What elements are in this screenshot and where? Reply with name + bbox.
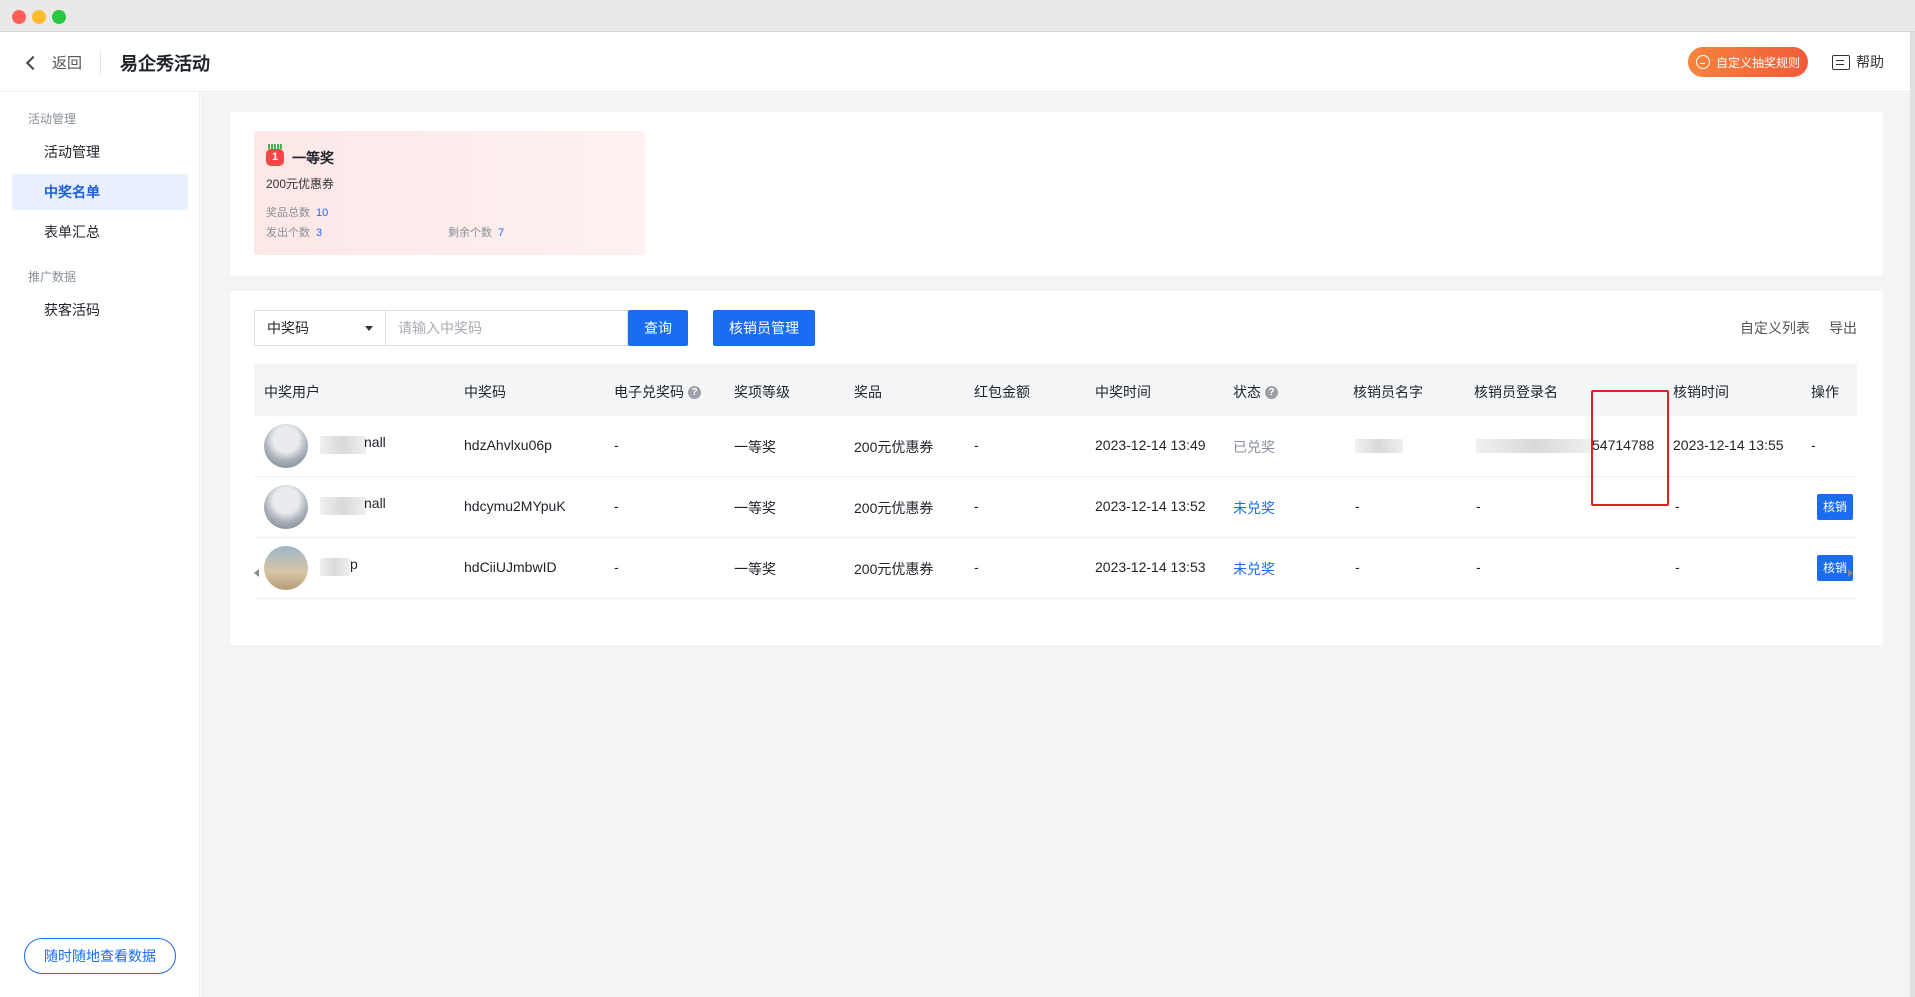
cell-amount: - [974, 498, 979, 514]
sidebar: 活动管理 活动管理 中奖名单 表单汇总 推广数据 获客活码 随时随地查看数据 [0, 92, 200, 997]
cell-prize: 200元优惠券 [854, 500, 934, 516]
avatar [264, 424, 308, 468]
cell-user: nall [364, 495, 386, 511]
cell-prize: 200元优惠券 [854, 439, 934, 455]
cell-level: 一等奖 [734, 439, 776, 455]
help-button[interactable]: 帮助 [1832, 52, 1884, 72]
col-prize: 奖品 [854, 384, 882, 400]
cell-time: 2023-12-14 13:49 [1095, 437, 1206, 453]
sidebar-item-live-code[interactable]: 获客活码 [12, 292, 188, 328]
prize-sent: 发出个数 3 [266, 227, 323, 239]
col-staff-name: 核销员名字 [1353, 384, 1423, 400]
sidebar-group-promotion: 推广数据 [28, 270, 77, 284]
cell-staff-login: - [1476, 498, 1481, 514]
query-button[interactable]: 查询 [628, 310, 688, 346]
prize-remain: 剩余个数 7 [448, 227, 505, 239]
cell-staff-name: - [1355, 498, 1360, 514]
caret-down-icon [365, 326, 373, 331]
verify-button[interactable]: 核销 [1817, 494, 1853, 520]
export-link[interactable]: 导出 [1829, 318, 1857, 338]
cell-status: 已兑奖 [1233, 439, 1275, 455]
horizontal-scrollbar[interactable] [254, 566, 1857, 580]
col-user: 中奖用户 [264, 384, 320, 400]
col-staff-login: 核销员登录名 [1474, 384, 1558, 400]
header-divider [100, 52, 101, 74]
redacted-username [320, 436, 366, 454]
sidebar-item-activity-manage[interactable]: 活动管理 [12, 134, 188, 170]
cell-verify-time: - [1675, 498, 1680, 514]
window-edge [1910, 32, 1915, 997]
cell-ecode: - [614, 498, 619, 514]
prize-summary-card: 1 一等奖 200元优惠券 奖品总数 10 发出个数 3 剩余个数 7 [230, 112, 1883, 276]
smile-icon [1695, 55, 1710, 69]
sidebar-item-winner-list[interactable]: 中奖名单 [12, 174, 188, 210]
back-button[interactable]: 返回 [25, 52, 83, 73]
table-row: nall hdcymu2MYpuK - 一等奖 200元优惠券 - 2023-1… [254, 477, 1857, 538]
cell-level: 一等奖 [734, 500, 776, 516]
search-type-select[interactable]: 中奖码 [254, 310, 385, 346]
prize-total: 奖品总数 10 [266, 207, 329, 219]
main-content: 1 一等奖 200元优惠券 奖品总数10 发出个数3 剩余个数7 中奖码 查询 … [201, 93, 1910, 997]
prize-desc: 200元优惠券 [266, 177, 335, 191]
page-title: 易企秀活动 [120, 54, 210, 74]
minimize-window-icon[interactable] [32, 10, 46, 24]
rule-button-label: 自定义抽奖规则 [1715, 55, 1800, 70]
cell-amount: - [974, 437, 979, 453]
verifier-manage-button[interactable]: 核销员管理 [713, 310, 815, 346]
table-row: nall hdzAhvlxu06p - 一等奖 200元优惠券 - 2023-1… [254, 416, 1857, 477]
avatar [264, 485, 308, 529]
cell-code: hdzAhvlxu06p [464, 437, 552, 453]
cell-staff-login: 54714788 [1592, 437, 1655, 453]
top-header: 返回 易企秀活动 自定义抽奖规则 帮助 [0, 32, 1910, 92]
col-amount: 红包金额 [974, 384, 1030, 400]
scroll-right-icon[interactable] [1848, 569, 1853, 577]
medal-icon: 1 [266, 144, 284, 166]
custom-list-link[interactable]: 自定义列表 [1740, 318, 1810, 338]
cell-code: hdcymu2MYpuK [464, 498, 566, 514]
cell-time: 2023-12-14 13:52 [1095, 498, 1206, 514]
chevron-left-icon [25, 55, 41, 70]
question-icon[interactable]: ? [1265, 385, 1278, 399]
col-ecode: 电子兑奖码? [614, 382, 701, 402]
redacted-username [320, 497, 366, 515]
custom-lottery-rule-button[interactable]: 自定义抽奖规则 [1688, 47, 1808, 77]
search-input[interactable] [385, 310, 628, 346]
scroll-left-icon[interactable] [254, 569, 259, 577]
prize-name: 一等奖 [292, 150, 334, 166]
col-code: 中奖码 [464, 384, 506, 400]
back-label: 返回 [52, 55, 83, 72]
question-icon[interactable]: ? [688, 385, 701, 399]
prize-card: 1 一等奖 200元优惠券 奖品总数 10 发出个数 3 剩余个数 7 [254, 131, 645, 255]
sidebar-group-activity: 活动管理 [28, 112, 77, 126]
col-status: 状态? [1233, 382, 1278, 402]
cell-operation: - [1811, 437, 1816, 453]
maximize-window-icon[interactable] [52, 10, 66, 24]
table-header: 中奖用户 中奖码 电子兑奖码? 奖项等级 奖品 红包金额 中奖时间 状态? 核销… [254, 364, 1857, 416]
help-chat-icon [1832, 54, 1850, 70]
cell-status: 未兑奖 [1233, 500, 1275, 516]
redacted-staff-name [1355, 439, 1403, 453]
redacted-staff-login [1476, 439, 1594, 453]
col-level: 奖项等级 [734, 384, 790, 400]
cell-user: nall [364, 434, 386, 450]
winner-list-card: 中奖码 查询 核销员管理 自定义列表 导出 中奖用户 中奖码 电子兑奖码? 奖项… [230, 291, 1883, 645]
sidebar-item-form-summary[interactable]: 表单汇总 [12, 214, 188, 250]
col-time: 中奖时间 [1095, 384, 1151, 400]
col-verify-time: 核销时间 [1673, 384, 1729, 400]
help-label: 帮助 [1856, 54, 1884, 70]
window-titlebar [0, 0, 1915, 32]
view-data-anywhere-button[interactable]: 随时随地查看数据 [24, 938, 176, 974]
cell-ecode: - [614, 437, 619, 453]
col-operation: 操作 [1811, 384, 1839, 400]
close-window-icon[interactable] [12, 10, 26, 24]
cell-verify-time: 2023-12-14 13:55 [1673, 437, 1784, 453]
